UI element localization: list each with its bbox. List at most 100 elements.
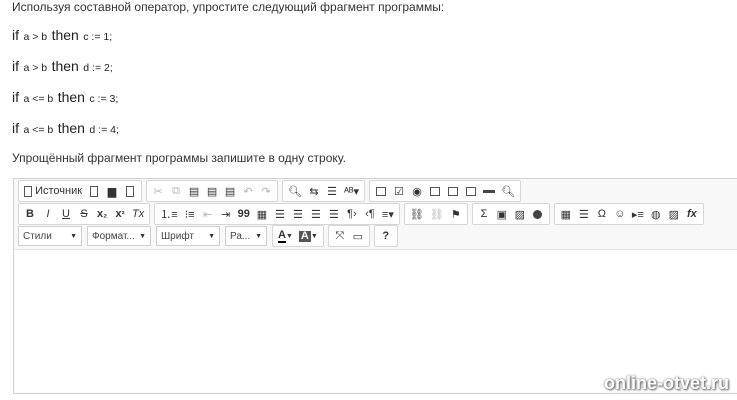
bg-color-label: A xyxy=(298,229,311,242)
styles-dropdown[interactable]: Стили ▼ xyxy=(18,226,82,246)
search-icon: 🔍︎ xyxy=(288,185,302,198)
subscript-mark: ₂ xyxy=(103,209,108,219)
toolbar-group-clipboard: ✂ ⧉ ▤ ▤ ▤ ↶ ↷ xyxy=(146,180,279,202)
underline-button[interactable]: U xyxy=(58,205,74,223)
ltr-icon: ¶› xyxy=(347,208,357,220)
paste-text-button[interactable]: ▤ xyxy=(204,182,220,200)
flash-button[interactable] xyxy=(530,205,546,223)
strike-button[interactable]: S xyxy=(76,205,92,223)
help-button[interactable]: ? xyxy=(378,227,394,245)
templates-button[interactable] xyxy=(122,182,138,200)
rtl-button[interactable]: ‹¶ xyxy=(362,205,378,223)
textarea-button[interactable] xyxy=(445,182,461,200)
chevron-down-icon: ▼ xyxy=(139,232,146,240)
language-button[interactable]: ≡▾ xyxy=(380,205,396,223)
smiley-button[interactable]: ☺ xyxy=(612,205,628,223)
radio-button[interactable]: ◉ xyxy=(409,182,425,200)
indent-icon: ⇥ xyxy=(221,208,231,221)
indent-button[interactable]: ⇥ xyxy=(218,205,234,223)
unlink-icon: ⛓ xyxy=(429,208,444,221)
outdent-button[interactable]: ⇤ xyxy=(200,205,216,223)
styles-label: Стили xyxy=(23,230,52,242)
undo-button[interactable]: ↶ xyxy=(240,182,256,200)
replace-button[interactable]: ⇆ xyxy=(306,182,322,200)
clipboard-text-icon: ▤ xyxy=(206,185,218,198)
align-center-button[interactable]: ☰ xyxy=(290,205,306,223)
select-all-button[interactable]: ☰ xyxy=(324,182,340,200)
source-icon xyxy=(24,185,32,197)
paste-word-button[interactable]: ▤ xyxy=(222,182,238,200)
numbered-list-button[interactable]: ⒈≡ xyxy=(158,205,179,223)
print-button[interactable]: ▆ xyxy=(104,182,120,200)
align-right-icon: ☰ xyxy=(310,208,321,221)
paste-button[interactable]: ▤ xyxy=(186,182,202,200)
bold-button[interactable]: B xyxy=(22,205,38,223)
printer-icon: ▆ xyxy=(107,185,117,198)
link-icon: ⛓ xyxy=(409,208,424,221)
show-blocks-button[interactable]: ▭ xyxy=(350,227,366,245)
code-line: if a > b then c := 1; xyxy=(12,27,112,45)
subscript-button[interactable]: x₂ xyxy=(94,205,110,223)
redo-button[interactable]: ↷ xyxy=(258,182,274,200)
redo-icon: ↷ xyxy=(261,185,271,198)
media-button[interactable]: ▣ xyxy=(494,205,510,223)
size-dropdown[interactable]: Ра... ▼ xyxy=(225,226,267,246)
copy-button[interactable]: ⧉ xyxy=(168,182,184,200)
blockquote-button[interactable]: 99 xyxy=(236,205,252,223)
spellcheck-button[interactable]: ᴬᴮ▾ xyxy=(342,182,361,200)
remove-format-button[interactable]: Tx xyxy=(130,205,146,223)
code-statement: d := 2; xyxy=(83,62,113,74)
outdent-icon: ⇤ xyxy=(203,208,213,221)
special-char-button[interactable]: Ω xyxy=(594,205,610,223)
toolbar-group-about: ? xyxy=(373,225,398,247)
bg-color-button[interactable]: A ▼ xyxy=(297,227,320,245)
form-button[interactable] xyxy=(373,182,389,200)
anchor-button[interactable]: ⚑ xyxy=(448,205,464,223)
font-dropdown[interactable]: Шрифт ▼ xyxy=(156,226,220,246)
select-field-button[interactable] xyxy=(463,182,479,200)
page-break-button[interactable]: ▸≡ xyxy=(630,205,646,223)
horizontal-rule-button[interactable]: ☰ xyxy=(576,205,592,223)
align-right-button[interactable]: ☰ xyxy=(308,205,324,223)
italic-button[interactable]: I xyxy=(40,205,56,223)
cut-button[interactable]: ✂ xyxy=(150,182,166,200)
clipboard-word-icon: ▤ xyxy=(224,185,236,198)
checkbox-button[interactable]: ☑ xyxy=(391,182,407,200)
link-button[interactable]: ⛓ xyxy=(408,205,426,223)
form-icon xyxy=(376,186,387,196)
format-dropdown[interactable]: Формат... ▼ xyxy=(87,226,151,246)
select-field-icon xyxy=(466,186,477,196)
new-page-button[interactable] xyxy=(86,182,102,200)
formula-button[interactable]: fx xyxy=(684,205,700,223)
page-break-icon: ▸≡ xyxy=(631,208,644,221)
text-color-label: A xyxy=(278,228,286,243)
superscript-mark: ² xyxy=(121,209,125,219)
text-color-button[interactable]: A ▼ xyxy=(276,227,295,245)
table-icon: ▦ xyxy=(560,208,572,221)
image-button-button[interactable]: 🔍︎ xyxy=(499,182,517,200)
picture-button[interactable]: ▨ xyxy=(666,205,682,223)
text-field-button[interactable] xyxy=(427,182,443,200)
camera-icon: ▣ xyxy=(496,208,508,221)
math-button[interactable]: Σ xyxy=(476,205,492,223)
bulleted-list-button[interactable]: ⁝≡ xyxy=(182,205,198,223)
form-button-button[interactable] xyxy=(481,182,497,200)
unlink-button[interactable]: ⛓ xyxy=(428,205,446,223)
ltr-button[interactable]: ¶› xyxy=(344,205,360,223)
superscript-button[interactable]: x² xyxy=(112,205,128,223)
maximize-button[interactable]: ⤧ xyxy=(332,227,348,245)
div-button[interactable]: ▦ xyxy=(254,205,270,223)
editor-content-area[interactable] xyxy=(15,249,737,392)
align-left-icon: ☰ xyxy=(274,208,285,221)
button-icon xyxy=(483,189,496,193)
code-statement: c := 1; xyxy=(83,31,113,43)
iframe-button[interactable]: ◍ xyxy=(648,205,664,223)
find-button[interactable]: 🔍︎ xyxy=(286,182,304,200)
image-button[interactable]: ▨ xyxy=(512,205,528,223)
table-button[interactable]: ▦ xyxy=(558,205,574,223)
bulleted-list-icon: ⁝≡ xyxy=(184,208,195,221)
source-button[interactable]: Источник xyxy=(22,182,84,200)
code-statement: d := 4; xyxy=(89,124,119,136)
align-left-button[interactable]: ☰ xyxy=(272,205,288,223)
align-justify-button[interactable]: ☰ xyxy=(326,205,342,223)
